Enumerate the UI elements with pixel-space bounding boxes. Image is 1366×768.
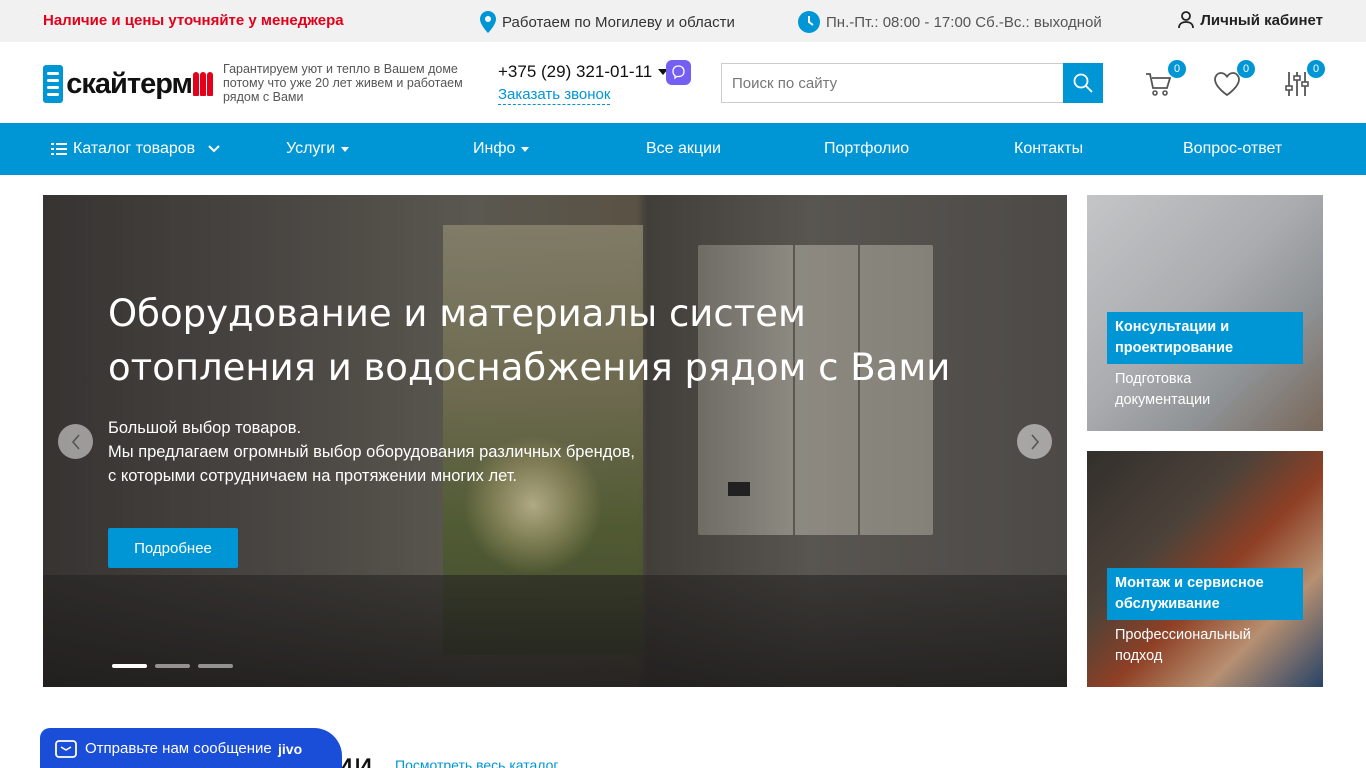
phone-dropdown[interactable]: +375 (29) 321-01-11 bbox=[498, 62, 669, 82]
clock-icon bbox=[798, 11, 820, 33]
hours-text: Пн.-Пт.: 08:00 - 17:00 Сб.-Вс.: выходной bbox=[826, 13, 1102, 31]
location-pin-icon bbox=[480, 11, 496, 33]
chevron-left-icon bbox=[71, 433, 80, 450]
search-icon bbox=[1073, 73, 1093, 93]
cart-count-badge: 0 bbox=[1168, 60, 1186, 78]
slider-prev-button[interactable] bbox=[58, 424, 93, 459]
availability-notice: Наличие и цены уточняйте у менеджера bbox=[43, 12, 344, 29]
caret-down-icon bbox=[341, 146, 350, 152]
cart-button[interactable]: 0 bbox=[1142, 60, 1186, 100]
compare-button[interactable]: 0 bbox=[1281, 60, 1325, 100]
hero-desc-line: Большой выбор товаров. bbox=[108, 419, 302, 437]
nav-portfolio-label: Портфолио bbox=[824, 140, 910, 157]
slider-dot[interactable] bbox=[155, 664, 190, 668]
banner-title: Консультации и проектирование bbox=[1107, 312, 1303, 364]
account-label: Личный кабинет bbox=[1200, 11, 1323, 29]
slider-dots bbox=[112, 664, 233, 668]
slider-dot[interactable] bbox=[112, 664, 147, 668]
chat-brand: jivo bbox=[278, 741, 303, 757]
hero-desc-line: Мы предлагаем огромный выбор оборудовани… bbox=[108, 443, 635, 461]
installation-banner[interactable]: Монтаж и сервисное обслуживание Професси… bbox=[1087, 451, 1323, 687]
logo-flames-icon bbox=[193, 72, 213, 96]
region-info: Работаем по Могилеву и области bbox=[480, 11, 735, 33]
chevron-right-icon bbox=[1030, 433, 1039, 450]
user-icon bbox=[1178, 11, 1195, 29]
chat-widget[interactable]: Отправьте нам сообщение jivo bbox=[40, 728, 342, 768]
nav-services[interactable]: Услуги bbox=[286, 123, 350, 175]
nav-services-label: Услуги bbox=[286, 140, 336, 157]
callback-link[interactable]: Заказать звонок bbox=[498, 86, 611, 105]
nav-promos-label: Все акции bbox=[646, 140, 721, 157]
chat-icon bbox=[55, 740, 77, 758]
phone-number: +375 (29) 321-01-11 bbox=[498, 62, 653, 81]
viber-icon[interactable] bbox=[666, 60, 691, 85]
site-search bbox=[721, 63, 1103, 103]
search-input[interactable] bbox=[721, 63, 1063, 103]
hero-desc-line: с которыми сотрудничаем на протяжении мн… bbox=[108, 467, 518, 485]
more-button[interactable]: Подробнее bbox=[108, 528, 238, 568]
working-hours: Пн.-Пт.: 08:00 - 17:00 Сб.-Вс.: выходной bbox=[798, 11, 1102, 33]
site-header: скайтерм Гарантируем уют и тепло в Вашем… bbox=[0, 42, 1366, 123]
nav-catalog[interactable]: Каталог товаров bbox=[51, 123, 221, 175]
nav-info[interactable]: Инфо bbox=[473, 123, 530, 175]
banner-subtitle: Подготовка документации bbox=[1115, 371, 1211, 408]
favorites-count-badge: 0 bbox=[1237, 60, 1255, 78]
nav-faq-label: Вопрос-ответ bbox=[1183, 140, 1283, 157]
favorites-button[interactable]: 0 bbox=[1211, 60, 1255, 100]
main-nav: Каталог товаров Услуги Инфо Все акции По… bbox=[0, 123, 1366, 175]
nav-catalog-label: Каталог товаров bbox=[73, 140, 196, 157]
region-text: Работаем по Могилеву и области bbox=[502, 13, 735, 31]
logo-text: скайтерм bbox=[66, 67, 193, 100]
hero-description: Большой выбор товаров. Мы предлагаем огр… bbox=[108, 416, 708, 488]
banner-subtitle: Профессиональный подход bbox=[1115, 627, 1251, 664]
account-link[interactable]: Личный кабинет bbox=[1178, 11, 1323, 29]
chevron-down-icon bbox=[208, 145, 220, 153]
nav-contacts[interactable]: Контакты bbox=[1014, 123, 1083, 175]
logo-waves-icon bbox=[43, 65, 64, 103]
cart-icon bbox=[1146, 73, 1172, 96]
compare-count-badge: 0 bbox=[1307, 60, 1325, 78]
nav-contacts-label: Контакты bbox=[1014, 140, 1084, 157]
nav-promos[interactable]: Все акции bbox=[646, 123, 721, 175]
chat-label: Отправьте нам сообщение bbox=[85, 740, 272, 757]
hero-slider: Оборудование и материалы систем отоплени… bbox=[43, 195, 1067, 687]
nav-info-label: Инфо bbox=[473, 140, 516, 157]
banner-title: Монтаж и сервисное обслуживание bbox=[1107, 568, 1303, 620]
hero-title: Оборудование и материалы систем отоплени… bbox=[108, 292, 951, 389]
site-logo[interactable]: скайтерм bbox=[43, 62, 213, 106]
view-catalog-link[interactable]: Посмотреть весь каталог bbox=[395, 757, 559, 768]
slider-dot[interactable] bbox=[198, 664, 233, 668]
tagline: Гарантируем уют и тепло в Вашем доме пот… bbox=[223, 62, 463, 104]
nav-faq[interactable]: Вопрос-ответ bbox=[1183, 123, 1282, 175]
nav-portfolio[interactable]: Портфолио bbox=[824, 123, 909, 175]
consulting-banner[interactable]: Консультации и проектирование Подготовка… bbox=[1087, 195, 1323, 431]
search-button[interactable] bbox=[1063, 63, 1103, 103]
caret-down-icon bbox=[521, 146, 530, 152]
list-icon bbox=[51, 143, 67, 155]
heart-icon bbox=[1214, 72, 1240, 97]
compare-icon bbox=[1285, 72, 1309, 96]
top-info-bar: Наличие и цены уточняйте у менеджера Раб… bbox=[0, 0, 1366, 42]
slider-next-button[interactable] bbox=[1017, 424, 1052, 459]
